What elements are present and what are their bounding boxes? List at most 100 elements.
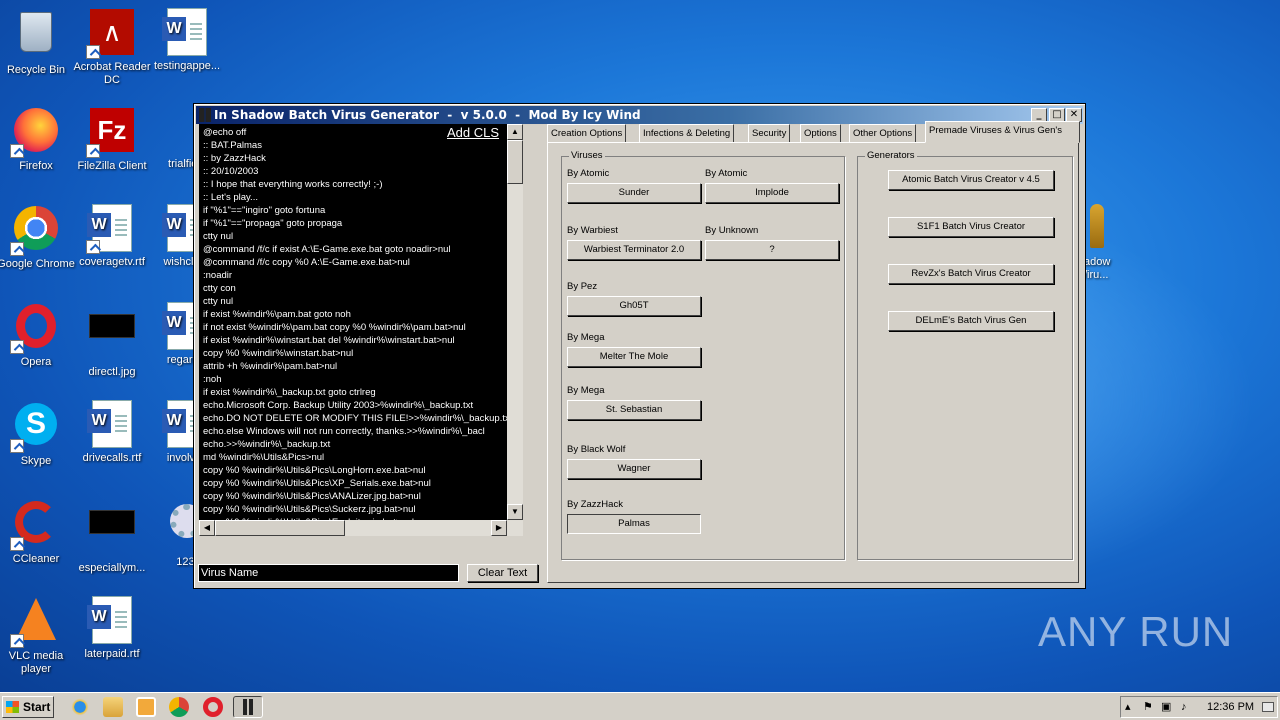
maximize-button[interactable]: □: [1049, 108, 1065, 122]
code-line: :: 20/10/2003: [203, 166, 259, 177]
premade-viruses-panel: Viruses By Atomic Sunder By Atomic Implo…: [547, 142, 1079, 583]
code-line: @command /f/c copy %0 A:\E-Game.exe.bat>…: [203, 257, 410, 268]
ie-taskbar-icon[interactable]: [70, 697, 90, 717]
desktop-icon-especiallym[interactable]: especiallym...: [71, 498, 153, 575]
desktop-icon-ccleaner[interactable]: CCleaner: [0, 498, 77, 566]
batch-code-editor[interactable]: @echo off:: BAT.Palmas:: by ZazzHack:: 2…: [199, 124, 523, 536]
horizontal-scrollbar[interactable]: ◀ ▶: [199, 520, 523, 536]
melter-the-mole-button[interactable]: Melter The Mole: [567, 347, 701, 367]
add-cls-link[interactable]: Add CLS: [447, 126, 499, 139]
code-line: echo.>>%windir%\_backup.txt: [203, 439, 331, 450]
code-line: ctty con: [203, 283, 236, 294]
image-icon: [88, 510, 136, 558]
revzx-generator-button[interactable]: RevZx's Batch Virus Creator: [888, 264, 1054, 284]
flag-icon[interactable]: ⚑: [1143, 697, 1153, 717]
palmas-button[interactable]: Palmas: [567, 514, 701, 534]
show-desktop-button[interactable]: [1262, 702, 1274, 712]
desktop-icon-laterpaid[interactable]: laterpaid.rtf: [71, 596, 153, 661]
scroll-right-button[interactable]: ▶: [491, 520, 507, 536]
close-button[interactable]: ✕: [1066, 108, 1082, 122]
scroll-left-button[interactable]: ◀: [199, 520, 215, 536]
sunder-button[interactable]: Sunder: [567, 183, 701, 203]
code-line: copy %0 %windir%\Utils&Pics\XP_Serials.e…: [203, 478, 431, 489]
vlc-icon: [10, 598, 60, 648]
virus-author: By Unknown: [705, 225, 759, 236]
desktop-icon-opera[interactable]: Opera: [0, 302, 77, 369]
code-line: :: I hope that everything works correctl…: [203, 179, 383, 190]
word-doc-icon: [87, 596, 136, 644]
code-line: if exist %windir%\pam.bat goto noh: [203, 309, 351, 320]
tab-premade-viruses[interactable]: Premade Viruses & Virus Gen's: [925, 121, 1080, 143]
atomic-generator-button[interactable]: Atomic Batch Virus Creator v 4.5: [888, 170, 1054, 190]
desktop-icon-vlc[interactable]: VLC media player: [0, 596, 77, 676]
desktop-icon-chrome[interactable]: Google Chrome: [0, 204, 77, 271]
desktop-icon-firefox[interactable]: Firefox: [0, 106, 77, 173]
explorer-taskbar-icon[interactable]: [103, 697, 123, 717]
virus-author: By Mega: [567, 385, 605, 396]
virus-author: By Mega: [567, 332, 605, 343]
desktop-icon-directl[interactable]: directl.jpg: [71, 302, 153, 379]
desktop-icon-recycle-bin[interactable]: Recycle Bin: [0, 8, 77, 77]
code-line: if exist %windir%\winstart.bat del %wind…: [203, 335, 455, 346]
desktop-icon-filezilla[interactable]: Fz FileZilla Client: [71, 106, 153, 173]
code-line: :: Let's play...: [203, 192, 258, 203]
code-line: :noh: [203, 374, 222, 385]
clock[interactable]: 12:36 PM: [1207, 697, 1254, 717]
gh05t-button[interactable]: Gh05T: [567, 296, 701, 316]
code-line: ctty nul: [203, 231, 234, 242]
word-doc-icon: [87, 400, 136, 448]
chrome-taskbar-icon[interactable]: [169, 697, 189, 717]
network-icon[interactable]: ▣: [1161, 697, 1171, 717]
wagner-button[interactable]: Wagner: [567, 459, 701, 479]
batch-generator-taskbar-button[interactable]: [233, 696, 263, 718]
code-line: copy %0 %windir%\winstart.bat>nul: [203, 348, 354, 359]
delme-generator-button[interactable]: DELmE's Batch Virus Gen: [888, 311, 1054, 331]
code-line: copy %0 %windir%\Utils&Pics\ANALizer.jpg…: [203, 491, 421, 502]
unknown-virus-button[interactable]: ?: [705, 240, 839, 260]
desktop-icon-acrobat[interactable]: ∧ Acrobat Reader DC: [71, 8, 153, 87]
tab-creation-options[interactable]: Creation Options: [547, 124, 627, 143]
word-doc-icon: [162, 8, 211, 56]
virus-name-input[interactable]: Virus Name: [198, 564, 459, 582]
start-button[interactable]: Start: [2, 696, 54, 718]
generators-group-label: Generators: [865, 150, 917, 161]
desktop-icon-drivecalls[interactable]: drivecalls.rtf: [71, 400, 153, 465]
s1f1-generator-button[interactable]: S1F1 Batch Virus Creator: [888, 217, 1054, 237]
code-line: echo.Microsoft Corp. Backup Utility 2003…: [203, 400, 474, 411]
clear-text-button[interactable]: Clear Text: [467, 564, 538, 582]
desktop-icon-testingappe[interactable]: testingappe...: [146, 8, 228, 73]
app-icon: [243, 699, 253, 715]
vertical-scrollbar[interactable]: ▲ ▼: [507, 124, 523, 520]
horizontal-scroll-thumb[interactable]: [215, 520, 345, 536]
anyrun-watermark: ANY RUN: [1038, 608, 1234, 655]
tab-options[interactable]: Options: [800, 124, 841, 143]
batch-virus-generator-window: In Shadow Batch Virus Generator - v 5.0.…: [193, 103, 1086, 589]
st-sebastian-button[interactable]: St. Sebastian: [567, 400, 701, 420]
scroll-up-button[interactable]: ▲: [507, 124, 523, 140]
vertical-scroll-thumb[interactable]: [507, 140, 523, 184]
code-line: @command /f/c if exist A:\E-Game.exe.bat…: [203, 244, 451, 255]
code-lines: @echo off:: BAT.Palmas:: by ZazzHack:: 2…: [203, 126, 515, 529]
opera-taskbar-icon[interactable]: [203, 697, 223, 717]
implode-button[interactable]: Implode: [705, 183, 839, 203]
scroll-down-button[interactable]: ▼: [507, 504, 523, 520]
filezilla-icon: Fz: [86, 108, 136, 158]
virus-author: By Atomic: [567, 168, 610, 179]
code-line: md %windir%\Utils&Pics>nul: [203, 452, 325, 463]
desktop-icon-skype[interactable]: S Skype: [0, 400, 77, 468]
warbiest-terminator-button[interactable]: Warbiest Terminator 2.0: [567, 240, 701, 260]
code-line: if not exist %windir%\pam.bat copy %0 %w…: [203, 322, 466, 333]
volume-icon[interactable]: ♪: [1181, 697, 1187, 717]
code-line: if "%1"=="propaga" goto propaga: [203, 218, 343, 229]
tab-security[interactable]: Security: [748, 124, 791, 143]
minimize-button[interactable]: _: [1031, 108, 1047, 122]
tab-other-options[interactable]: Other Options: [849, 124, 917, 143]
show-hidden-icons[interactable]: ▴: [1125, 697, 1131, 717]
desktop-icon-coveragetv[interactable]: coveragetv.rtf: [71, 204, 153, 269]
word-doc-icon: [86, 204, 136, 254]
code-line: ctty nul: [203, 296, 234, 307]
virus-author: By Warbiest: [567, 225, 618, 236]
chrome-icon: [10, 206, 60, 256]
media-player-taskbar-icon[interactable]: [136, 697, 156, 717]
tab-infections-deleting[interactable]: Infections & Deleting: [639, 124, 735, 143]
